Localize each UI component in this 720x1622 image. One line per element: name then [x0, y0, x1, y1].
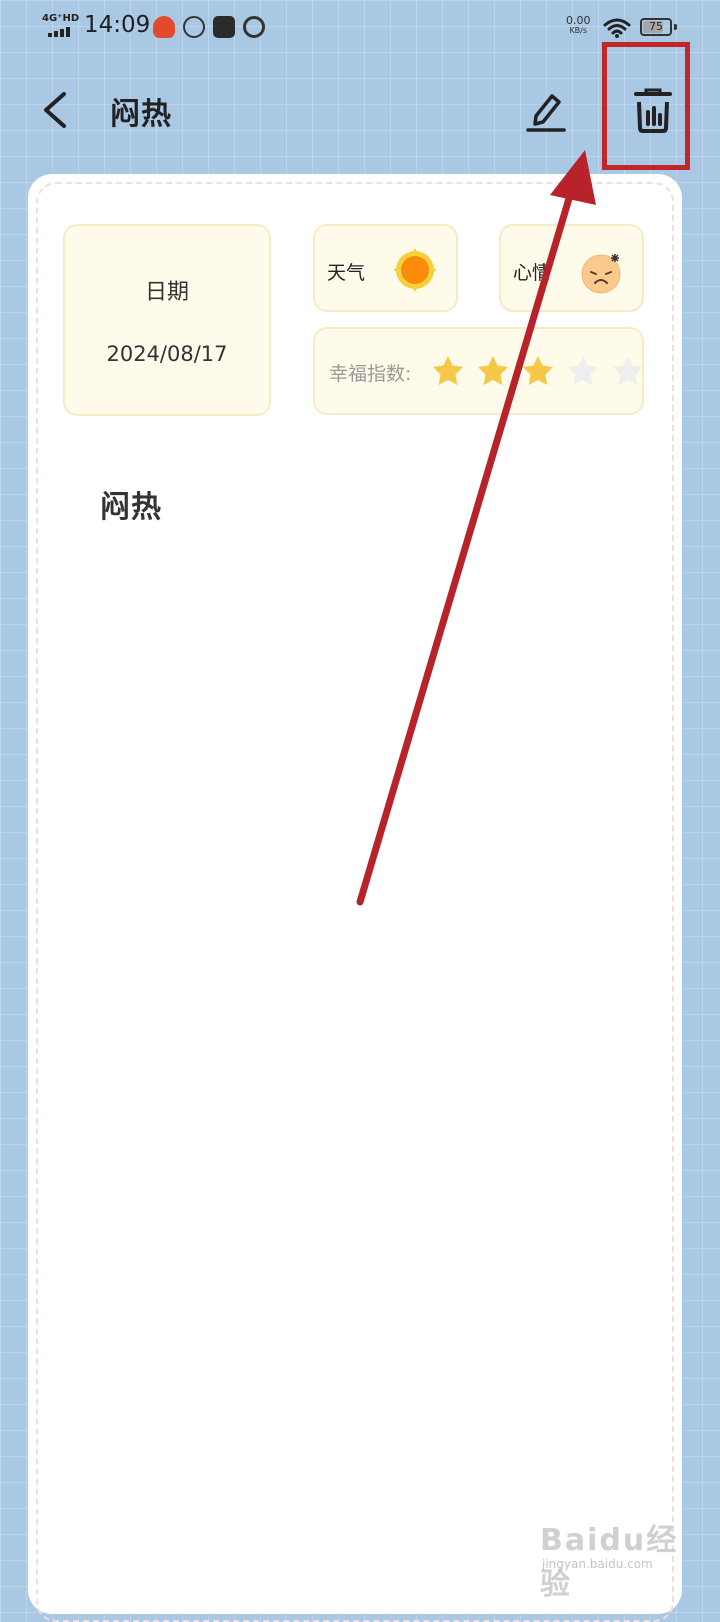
delete-button[interactable]: [628, 86, 678, 136]
date-value: 2024/08/17: [106, 342, 228, 366]
diary-content: 闷热: [100, 490, 162, 525]
star-filled-icon: [433, 356, 463, 385]
pencil-icon: [526, 94, 566, 132]
date-box: 日期 2024/08/17: [63, 224, 271, 416]
planet-icon: [243, 16, 265, 38]
battery-icon: 75: [640, 18, 672, 36]
status-time: 14:09: [84, 12, 151, 38]
happiness-label: 幸福指数:: [329, 363, 412, 385]
watermark-url: jingyan.baidu.com: [542, 1557, 653, 1571]
signal-icon: [48, 27, 72, 37]
status-bar: 4G⁺HD 14:09 0.00 KB/s 75: [0, 0, 720, 56]
battery-level: 75: [649, 20, 663, 33]
back-button[interactable]: [36, 88, 76, 132]
network-speed: 0.00 KB/s: [566, 14, 591, 36]
network-indicator: 4G⁺HD: [42, 13, 80, 24]
star-empty-icon: [568, 356, 598, 385]
bag-icon: [213, 16, 235, 38]
app-notification-icon: [153, 16, 175, 38]
mood-label: 心情: [513, 262, 552, 284]
chevron-left-icon: [44, 92, 66, 128]
star-filled-icon: [478, 356, 508, 385]
wifi-icon: [603, 18, 631, 38]
star-filled-icon: [523, 356, 553, 385]
battery-cap: [674, 24, 677, 30]
trash-icon: [634, 88, 672, 133]
date-label: 日期: [144, 280, 189, 305]
happiness-box: 幸福指数:: [313, 327, 644, 415]
weather-label: 天气: [327, 262, 366, 284]
sun-icon: [393, 248, 437, 292]
star-empty-icon: [613, 356, 643, 385]
edit-button[interactable]: [524, 86, 568, 134]
weather-box: 天气: [313, 224, 458, 312]
speed-value: 0.00: [566, 14, 591, 27]
notification-icon: [183, 16, 205, 38]
mood-box: 心情: [499, 224, 644, 312]
watermark: Baidu经验 jingyan.baidu.com: [540, 1515, 710, 1602]
page-title: 闷热: [110, 97, 172, 132]
sad-face-icon: [581, 254, 621, 294]
speed-unit: KB/s: [569, 26, 588, 35]
